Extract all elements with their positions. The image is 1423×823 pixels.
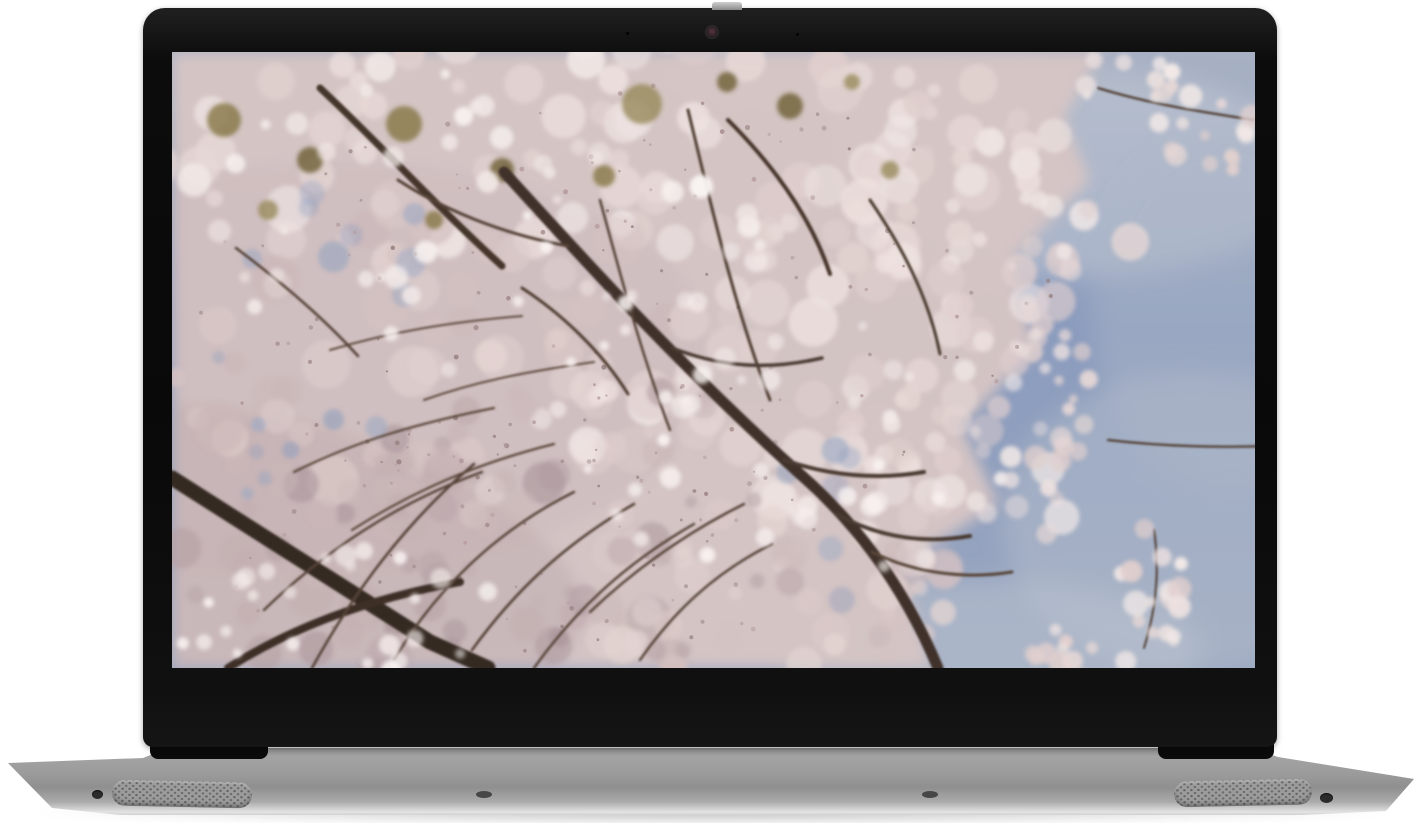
- webcam: [705, 25, 719, 39]
- cherry-blossom-wallpaper: [172, 52, 1255, 668]
- product-photo: [0, 0, 1423, 823]
- speaker-grille-left: [112, 780, 253, 809]
- rubber-foot: [476, 791, 492, 798]
- laptop-screen: [172, 52, 1255, 668]
- rubber-foot: [922, 791, 938, 798]
- microphone-hole-right: [796, 33, 799, 36]
- lid-lip: [712, 2, 742, 10]
- microphone-hole-left: [626, 32, 629, 35]
- reset-pinhole-left: [92, 790, 103, 799]
- speaker-grille-right: [1174, 779, 1313, 808]
- reset-pinhole-right: [1320, 793, 1333, 803]
